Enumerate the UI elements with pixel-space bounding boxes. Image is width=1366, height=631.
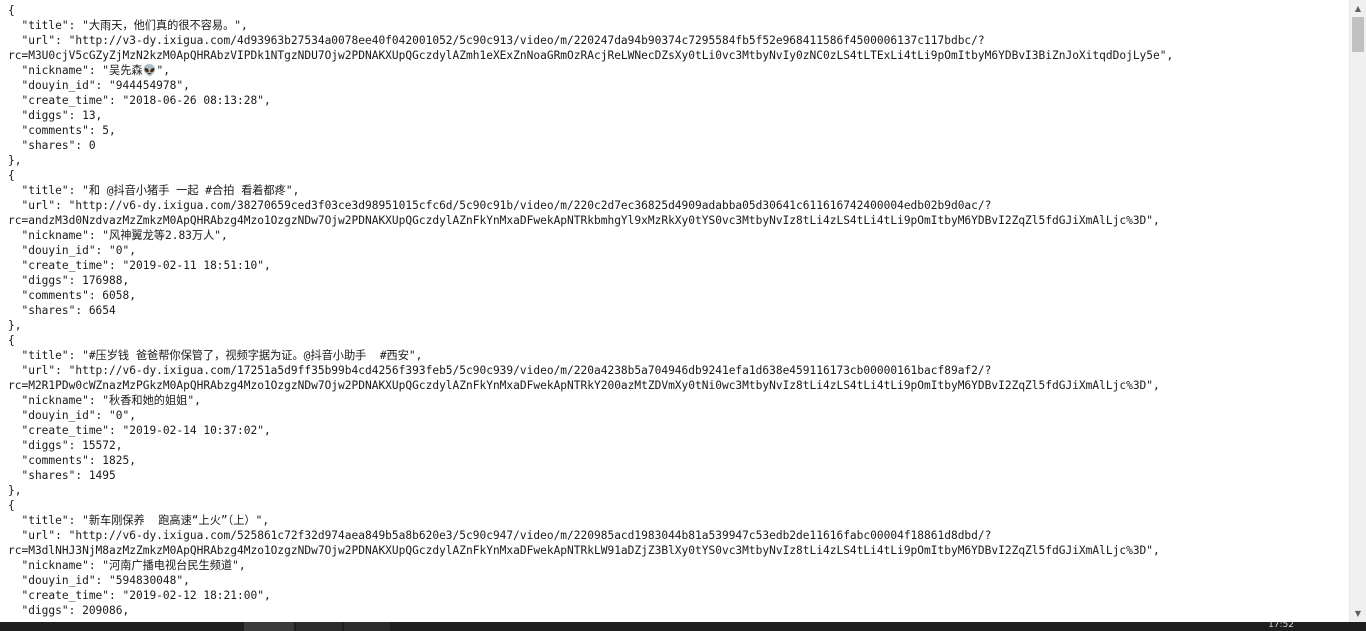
json-line: "url": "http://v6-dy.ixigua.com/525861c7…	[8, 529, 992, 542]
json-line: "douyin_id": "944454978",	[8, 79, 190, 92]
json-line: "title": "大雨天，他们真的很不容易。",	[8, 19, 248, 32]
json-line: "create_time": "2019-02-11 18:51:10",	[8, 259, 271, 272]
json-line: "url": "http://v6-dy.ixigua.com/17251a5d…	[8, 364, 992, 377]
json-line: "douyin_id": "0",	[8, 409, 136, 422]
json-line: rc=M3U0cjV5cGZyZjMzN2kzM0ApQHRAbzVIPDk1N…	[8, 49, 1174, 62]
json-viewer[interactable]: { "title": "大雨天，他们真的很不容易。", "url": "http…	[0, 0, 1349, 622]
json-line: rc=M3dlNHJ3NjM8azMzZmkzM0ApQHRAbzg4Mzo1O…	[8, 544, 1160, 557]
json-line: "url": "http://v3-dy.ixigua.com/4d93963b…	[8, 34, 985, 47]
json-line: "comments": 6058,	[8, 289, 136, 302]
json-line: "diggs": 209086,	[8, 604, 130, 617]
json-line: rc=andzM3d0NzdvazMzZmkzM0ApQHRAbzg4Mzo1O…	[8, 214, 1160, 227]
json-line: {	[8, 334, 15, 347]
json-line: "comments": 5,	[8, 124, 116, 137]
json-line: "shares": 6654	[8, 304, 116, 317]
json-line: },	[8, 319, 22, 332]
taskbar-app-button[interactable]	[296, 622, 342, 631]
scroll-up-arrow-icon[interactable]: ▲	[1350, 0, 1366, 17]
taskbar-app-button[interactable]	[244, 622, 294, 631]
json-line: "create_time": "2019-02-14 10:37:02",	[8, 424, 271, 437]
json-line: "diggs": 13,	[8, 109, 103, 122]
json-line: "douyin_id": "0",	[8, 244, 136, 257]
json-line: "create_time": "2018-06-26 08:13:28",	[8, 94, 271, 107]
json-line: "shares": 0	[8, 139, 96, 152]
json-line: "title": "和 @抖音小猪手 一起 #合拍 看着都疼",	[8, 184, 300, 197]
json-line: },	[8, 154, 22, 167]
vertical-scrollbar[interactable]: ▲ ▼	[1349, 0, 1366, 622]
json-line: {	[8, 499, 15, 512]
json-line: "create_time": "2019-02-12 18:21:00",	[8, 589, 271, 602]
json-line: {	[8, 4, 15, 17]
json-line: "nickname": "秋香和她的姐姐",	[8, 394, 201, 407]
json-line: "douyin_id": "594830048",	[8, 574, 190, 587]
json-line: "url": "http://v6-dy.ixigua.com/38270659…	[8, 199, 992, 212]
scroll-thumb[interactable]	[1352, 17, 1364, 52]
json-line: "nickname": "河南广播电视台民生频道",	[8, 559, 246, 572]
json-line: "diggs": 176988,	[8, 274, 130, 287]
taskbar-clock: 17:52	[1268, 622, 1294, 630]
json-line: "nickname": "吴先森👽",	[8, 64, 170, 77]
json-line: {	[8, 169, 15, 182]
scroll-down-arrow-icon[interactable]: ▼	[1350, 605, 1366, 622]
json-line: "shares": 1495	[8, 469, 116, 482]
json-document: { "title": "大雨天，他们真的很不容易。", "url": "http…	[0, 0, 1349, 618]
json-line: },	[8, 484, 22, 497]
taskbar: 17:52	[0, 622, 1366, 631]
json-line: rc=M2R1PDw0cWZnazMzPGkzM0ApQHRAbzg4Mzo1O…	[8, 379, 1160, 392]
json-line: "title": "#压岁钱 爸爸帮你保管了，视频字据为证。@抖音小助手 #西安…	[8, 349, 423, 362]
json-line: "comments": 1825,	[8, 454, 136, 467]
json-line: "title": "新车刚保养 跑高速“上火”（上）",	[8, 514, 270, 527]
json-line: "nickname": "风神翼龙等2.83万人",	[8, 229, 228, 242]
taskbar-app-button[interactable]	[344, 622, 390, 631]
json-line: "diggs": 15572,	[8, 439, 123, 452]
